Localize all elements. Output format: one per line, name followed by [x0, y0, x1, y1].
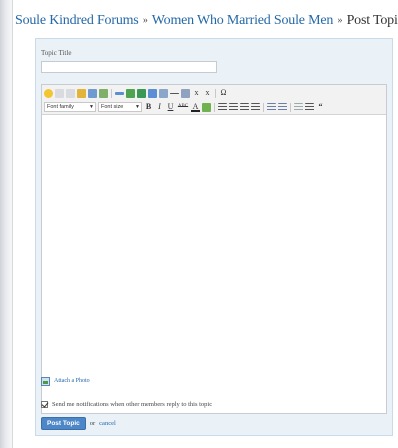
undo-icon[interactable] [55, 88, 64, 98]
remove-format-icon[interactable] [181, 88, 190, 98]
form-actions: Post Topic or cancel [41, 416, 116, 430]
font-size-select[interactable]: Font size ▼ [98, 102, 142, 112]
numbered-list-icon[interactable] [278, 102, 287, 112]
align-center-icon[interactable] [229, 102, 238, 112]
or-text: or [89, 419, 96, 427]
link-icon[interactable] [88, 88, 97, 98]
highlight-color-icon[interactable] [202, 102, 211, 112]
photo-icon [41, 376, 50, 386]
topic-title-input[interactable] [41, 61, 217, 73]
bullet-list-icon[interactable] [267, 102, 276, 112]
toolbar-separator [263, 102, 264, 112]
toolbar-separator [215, 88, 216, 98]
toolbar-row-2: Font family ▼ Font size ▼ B I U ABC A “ [44, 101, 325, 113]
cleanup-icon[interactable] [77, 88, 86, 98]
page: Soule Kindred Forums » Women Who Married… [12, 0, 398, 448]
toolbar-separator [214, 102, 215, 112]
toolbar-separator [111, 88, 112, 98]
horizontal-rule-icon[interactable] [115, 91, 124, 95]
bold-button[interactable]: B [144, 102, 153, 112]
table-icon[interactable] [126, 88, 135, 98]
breadcrumb: Soule Kindred Forums » Women Who Married… [15, 13, 398, 29]
align-right-icon[interactable] [240, 102, 249, 112]
toolbar-separator [290, 102, 291, 112]
anchor-icon[interactable] [159, 88, 168, 98]
topic-title-label: Topic Title [41, 49, 72, 57]
post-topic-button[interactable]: Post Topic [41, 416, 86, 430]
toolbar-row-1: x x Ω [44, 87, 228, 99]
italic-button[interactable]: I [155, 102, 164, 112]
underline-button[interactable]: U [166, 102, 175, 112]
indent-icon[interactable] [305, 102, 314, 112]
breadcrumb-separator: » [337, 15, 343, 26]
rich-text-editor: x x Ω Font family ▼ Font size ▼ B I U AB… [41, 84, 387, 414]
cancel-link[interactable]: cancel [99, 420, 116, 427]
form-fields: Topic Title x x Ω Font family ▼ Font siz… [36, 39, 392, 435]
attach-photo-row: Attach a Photo [41, 375, 90, 387]
image-icon[interactable] [99, 88, 108, 98]
notify-label: Send me notifications when other members… [52, 400, 213, 408]
outdent-icon[interactable] [294, 102, 303, 112]
redo-icon[interactable] [66, 88, 75, 98]
font-family-select[interactable]: Font family ▼ [44, 102, 96, 112]
media-icon[interactable] [148, 88, 157, 98]
font-color-button[interactable]: A [191, 102, 200, 112]
notify-checkbox[interactable] [41, 400, 48, 408]
editor-toolbar: x x Ω Font family ▼ Font size ▼ B I U AB… [42, 85, 386, 115]
help-icon[interactable] [44, 88, 53, 98]
superscript-icon[interactable]: x [203, 88, 212, 98]
font-family-label: Font family [47, 104, 74, 110]
subscript-icon[interactable]: x [192, 88, 201, 98]
align-justify-icon[interactable] [251, 102, 260, 112]
editor-text-area[interactable] [42, 116, 386, 413]
align-left-icon[interactable] [218, 102, 227, 112]
chevron-down-icon: ▼ [135, 104, 140, 110]
strikethrough-button[interactable]: ABC [177, 102, 189, 112]
special-char-icon[interactable]: Ω [219, 88, 228, 98]
breadcrumb-link-forums[interactable]: Soule Kindred Forums [15, 13, 139, 28]
hr-icon[interactable] [170, 92, 179, 94]
post-topic-form: Topic Title x x Ω Font family ▼ Font siz… [35, 38, 393, 436]
blockquote-icon[interactable]: “ [316, 102, 325, 112]
font-size-label: Font size [101, 104, 124, 110]
breadcrumb-current: Post Topic [346, 13, 398, 28]
breadcrumb-link-group[interactable]: Women Who Married Soule Men [152, 13, 334, 28]
left-page-shadow [0, 0, 12, 448]
notify-row: Send me notifications when other members… [41, 399, 212, 409]
breadcrumb-separator: » [142, 15, 148, 26]
chevron-down-icon: ▼ [89, 104, 94, 110]
emoticon-icon[interactable] [137, 88, 146, 98]
attach-photo-link[interactable]: Attach a Photo [54, 378, 90, 384]
